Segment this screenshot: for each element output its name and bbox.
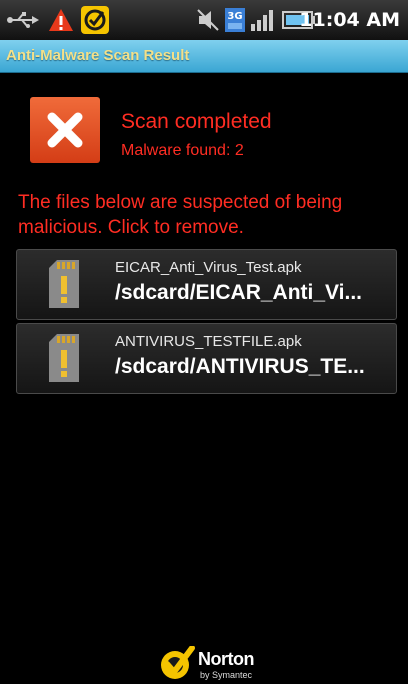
status-bar: 3G 11:04 AM <box>0 0 408 40</box>
norton-logo-icon <box>161 646 195 679</box>
file-name: EICAR_Anti_Virus_Test.apk <box>115 259 302 276</box>
svg-text:3G: 3G <box>227 11 242 22</box>
file-row-antivirus-testfile[interactable]: ANTIVIRUS_TESTFILE.apk /sdcard/ANTIVIRUS… <box>16 323 397 394</box>
clock: 11:04 AM <box>299 9 400 31</box>
norton-logo: Norton by Symantec <box>158 644 268 684</box>
file-name: ANTIVIRUS_TESTFILE.apk <box>115 333 302 350</box>
result-status-icon <box>30 97 100 163</box>
page-title: Anti-Malware Scan Result <box>6 47 190 64</box>
sd-card-icon <box>49 260 79 308</box>
file-row-eicar[interactable]: EICAR_Anti_Virus_Test.apk /sdcard/EICAR_… <box>16 249 397 320</box>
mute-icon <box>197 9 219 31</box>
brand-tagline: by Symantec <box>200 670 253 680</box>
warning-icon <box>49 9 73 31</box>
network-3g-icon: 3G <box>225 8 245 32</box>
file-path: /sdcard/ANTIVIRUS_TE... <box>115 355 365 378</box>
brand-name: Norton <box>198 649 254 669</box>
close-icon <box>47 112 83 148</box>
sd-card-icon <box>49 334 79 382</box>
signal-icon <box>251 10 273 31</box>
file-path: /sdcard/EICAR_Anti_Vi... <box>115 281 363 304</box>
title-bar: Anti-Malware Scan Result <box>0 40 408 73</box>
warning-message: The files below are suspected of being m… <box>18 192 343 238</box>
scan-status-title: Scan completed <box>121 110 272 133</box>
malware-count: Malware found: 2 <box>121 142 244 159</box>
usb-icon <box>7 12 39 28</box>
norton-notification-icon <box>81 6 109 34</box>
